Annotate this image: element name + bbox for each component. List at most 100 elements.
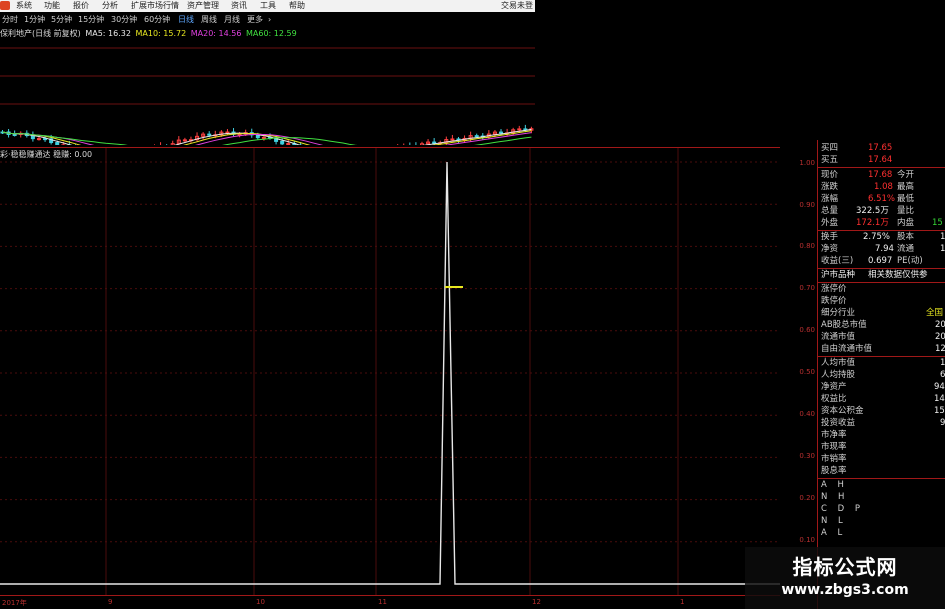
period-weekly[interactable]: 周线 — [201, 15, 217, 25]
quote-row-assets: 净资产 94 — [821, 382, 945, 392]
quote-row-change: 涨跌 1.08 最高 — [821, 182, 915, 192]
y-tick: 0.10 — [799, 536, 815, 544]
quote-row-market-link[interactable]: 沪市品种 相关数据仅供参 — [818, 270, 945, 280]
candle-body — [432, 141, 437, 144]
period-15min[interactable]: 15分钟 — [78, 15, 104, 25]
quote-row-turnover: 换手 2.75% 股本 1 — [821, 232, 945, 242]
y-tick: 0.40 — [799, 410, 815, 418]
y-tick: 0.80 — [799, 242, 815, 250]
y-tick: 1.00 — [799, 159, 815, 167]
app-logo-icon — [0, 1, 10, 10]
y-tick: 0.60 — [799, 326, 815, 334]
quote-row-dividend: 股息率 — [821, 466, 847, 476]
menu-item-news[interactable]: 资讯 — [231, 1, 247, 11]
quote-row-buy5: 买五 17.64 — [821, 155, 893, 165]
watermark-title: 指标公式网 — [792, 555, 898, 579]
period-30min[interactable]: 30分钟 — [111, 15, 137, 25]
period-more-arrow-icon[interactable]: › — [268, 15, 271, 25]
period-daily[interactable]: 日线 — [178, 15, 194, 25]
quote-row-float-cap: 流通市值 20 — [821, 332, 945, 342]
menu-item-tools[interactable]: 工具 — [260, 1, 276, 11]
menu-item-extended-market[interactable]: 扩展市场行情 — [131, 1, 179, 11]
quote-row-eps: 收益(三) 0.697 PE(动) — [821, 256, 923, 266]
ma60-label: MA60: 12.59 — [246, 29, 297, 38]
spike-marker — [445, 286, 463, 288]
period-more[interactable]: 更多 — [247, 15, 263, 25]
quote-row-ps: 市销率 — [821, 454, 847, 464]
quote-row-outer: 外盘 172.1万 内盘 15 — [821, 218, 943, 228]
quote-row-invest: 投资收益 9 — [821, 418, 945, 428]
quote-row-buy4: 买四 17.65 — [821, 143, 893, 153]
candle-body — [517, 128, 522, 131]
quote-row-nl[interactable]: N L — [818, 516, 945, 526]
menu-item-help[interactable]: 帮助 — [289, 1, 305, 11]
quote-row-industry: 细分行业 全国 — [821, 308, 944, 318]
candlestick-chart[interactable] — [0, 40, 535, 145]
quote-row-ah[interactable]: A H — [818, 480, 945, 490]
menu-item-asset-management[interactable]: 资产管理 — [187, 1, 219, 11]
quote-row-ab-cap: AB股总市值 20 — [821, 320, 945, 330]
ma10-label: MA10: 15.72 — [135, 29, 187, 38]
period-5min[interactable]: 5分钟 — [51, 15, 72, 25]
quote-row-per-cap: 人均市值 1 — [821, 358, 945, 368]
candle-body — [225, 131, 230, 134]
menu-item-quote[interactable]: 报价 — [73, 1, 89, 11]
x-tick: 2017年 — [2, 599, 27, 607]
candle-body — [499, 131, 504, 134]
x-tick: 11 — [378, 598, 387, 606]
quote-row-volume: 总量 322.5万 量比 — [821, 206, 915, 216]
quote-row-reserve: 资本公积金 15 — [821, 406, 945, 416]
period-60min[interactable]: 60分钟 — [144, 15, 170, 25]
ma-legend: 保利地产(日线 前复权) MA5: 16.32 MA10: 15.72 MA20… — [0, 28, 299, 40]
candle-body — [207, 133, 212, 136]
menu-item-analysis[interactable]: 分析 — [102, 1, 118, 11]
menu-item-system[interactable]: 系统 — [16, 1, 32, 11]
chart-stock-name: 保利地产(日线 前复权) — [0, 29, 81, 38]
quote-row-free-cap: 自由流通市值 12 — [821, 344, 945, 354]
quote-row-price: 现价 17.68 今开 — [821, 170, 915, 180]
indicator-y-axis: 1.00 0.90 0.80 0.70 0.60 0.50 0.40 0.30 … — [780, 148, 817, 595]
quote-row-al[interactable]: A L — [818, 528, 945, 538]
candle-body — [261, 136, 266, 139]
quote-row-limit-up: 涨停价 — [821, 284, 847, 294]
trade-login-status[interactable]: 交易未登 — [501, 1, 533, 11]
indicator-chart[interactable] — [0, 148, 780, 595]
quote-row-pb: 市净率 — [821, 430, 847, 440]
period-timeshare[interactable]: 分时 — [2, 15, 18, 25]
period-monthly[interactable]: 月线 — [224, 15, 240, 25]
candle-body — [450, 138, 455, 141]
candle-body — [55, 142, 60, 145]
quote-row-per-hold: 人均持股 6 — [821, 370, 945, 380]
quote-row-pct: 涨幅 6.51% 最低 — [821, 194, 915, 204]
watermark-url: www.zbgs3.com — [781, 582, 909, 598]
candle-body — [12, 133, 17, 136]
indicator-title: 彩·稳稳赚通达 稳赚: 0.00 — [0, 150, 93, 159]
quote-row-pcf: 市现率 — [821, 442, 847, 452]
x-tick: 12 — [532, 598, 541, 606]
watermark-overlay: 指标公式网 www.zbgs3.com — [745, 547, 945, 609]
quote-row-nh[interactable]: N H — [818, 492, 945, 502]
x-tick: 10 — [256, 598, 265, 606]
y-tick: 0.50 — [799, 368, 815, 376]
quote-row-limit-down: 跌停价 — [821, 296, 847, 306]
x-tick: 9 — [108, 598, 113, 606]
ma20-label: MA20: 14.56 — [190, 29, 242, 38]
y-tick: 0.20 — [799, 494, 815, 502]
candle-body — [286, 143, 291, 145]
menu-bar: 系统 功能 报价 分析 扩展市场行情 资产管理 资讯 工具 帮助 交易未登 — [0, 0, 535, 12]
y-tick: 0.90 — [799, 201, 815, 209]
quote-row-equity-ratio: 权益比 14 — [821, 394, 945, 404]
y-tick: 0.70 — [799, 284, 815, 292]
y-tick: 0.30 — [799, 452, 815, 460]
date-x-axis: 2017年 9 10 11 12 1 — [0, 595, 780, 609]
candle-body — [43, 138, 48, 141]
quote-row-net-asset: 净资 7.94 流通 1 — [821, 244, 945, 254]
menu-item-function[interactable]: 功能 — [44, 1, 60, 11]
period-1min[interactable]: 1分钟 — [24, 15, 45, 25]
candle-body — [36, 138, 41, 141]
quote-panel: 买四 17.65 买五 17.64 现价 17.68 今开 涨跌 1.08 最高… — [817, 140, 945, 609]
candle-body — [182, 139, 187, 142]
x-tick: 1 — [680, 598, 685, 606]
candle-body — [280, 140, 285, 145]
quote-row-cdp[interactable]: C D P — [818, 504, 945, 514]
